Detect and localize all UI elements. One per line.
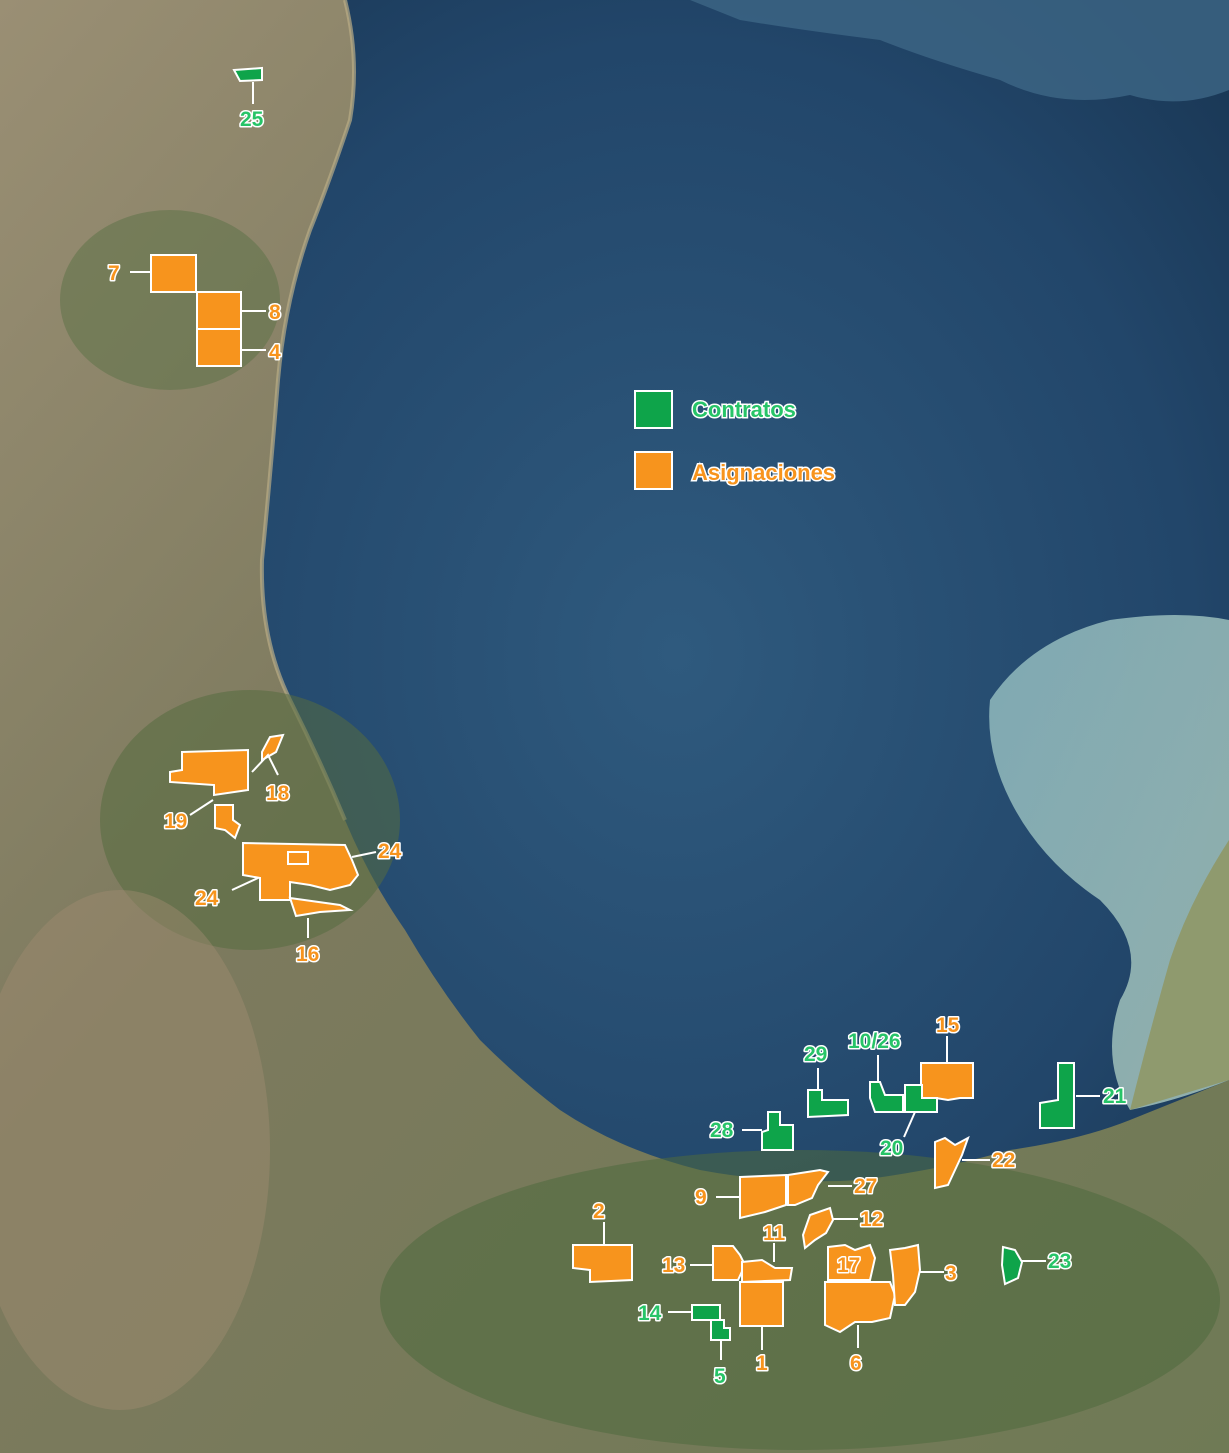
label-19: 19 bbox=[164, 810, 187, 833]
label-3: 3 bbox=[945, 1262, 957, 1285]
label-24-east: 24 bbox=[378, 840, 402, 863]
label-14: 14 bbox=[638, 1302, 662, 1325]
satellite-map: Contratos Asignaciones 25 7 8 4 18 19 24… bbox=[0, 0, 1229, 1453]
label-20: 20 bbox=[880, 1137, 903, 1160]
label-22: 22 bbox=[992, 1149, 1015, 1172]
label-15: 15 bbox=[936, 1014, 960, 1037]
legend-contratos-swatch bbox=[634, 390, 673, 429]
label-5: 5 bbox=[714, 1365, 726, 1388]
label-29: 29 bbox=[804, 1043, 827, 1066]
label-18: 18 bbox=[266, 782, 290, 805]
label-7: 7 bbox=[108, 262, 120, 285]
label-2: 2 bbox=[593, 1200, 605, 1223]
label-27: 27 bbox=[854, 1175, 877, 1198]
label-11: 11 bbox=[763, 1222, 786, 1245]
block-17[interactable]: 17 bbox=[827, 1243, 877, 1281]
label-17: 17 bbox=[837, 1254, 860, 1277]
label-10-26: 10/26 bbox=[848, 1030, 901, 1053]
label-8: 8 bbox=[269, 301, 281, 324]
label-1: 1 bbox=[756, 1352, 768, 1375]
label-16: 16 bbox=[296, 943, 319, 966]
label-13: 13 bbox=[662, 1254, 685, 1277]
label-28: 28 bbox=[710, 1119, 734, 1142]
legend-contratos-label: Contratos bbox=[692, 397, 796, 422]
legend-asignaciones-swatch bbox=[634, 451, 673, 490]
label-4: 4 bbox=[269, 341, 281, 364]
label-9: 9 bbox=[695, 1186, 707, 1209]
label-6: 6 bbox=[850, 1352, 862, 1375]
label-24-west: 24 bbox=[195, 887, 219, 910]
label-25: 25 bbox=[240, 108, 264, 131]
label-12: 12 bbox=[860, 1208, 883, 1231]
label-21: 21 bbox=[1103, 1085, 1127, 1108]
vegetation-north bbox=[60, 210, 280, 390]
label-23: 23 bbox=[1048, 1250, 1071, 1273]
legend-asignaciones-label: Asignaciones bbox=[692, 460, 835, 485]
